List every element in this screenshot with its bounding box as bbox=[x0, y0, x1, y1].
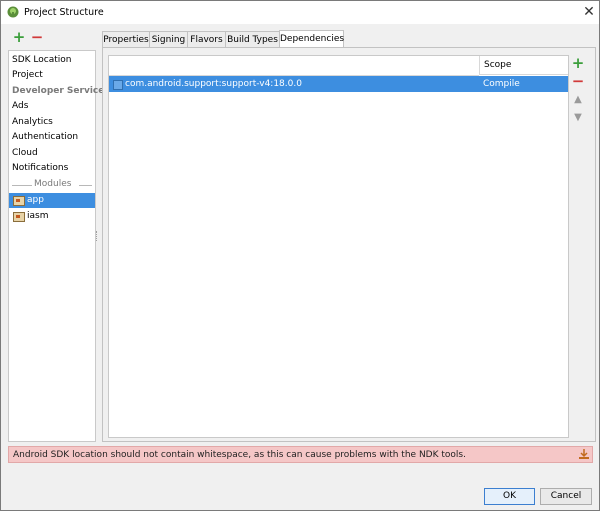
module-item-app[interactable]: app bbox=[9, 193, 95, 208]
close-icon[interactable]: ✕ bbox=[581, 4, 597, 20]
add-dependency-button[interactable]: + bbox=[571, 56, 585, 71]
splitter-handle[interactable] bbox=[96, 231, 99, 241]
sidebar-item-cloud[interactable]: Cloud bbox=[9, 146, 95, 161]
tab-label: Signing bbox=[151, 35, 186, 45]
sidebar-item-label: Ads bbox=[12, 101, 29, 111]
sidebar-header-developer-services: Developer Services bbox=[9, 84, 110, 99]
sidebar-item-label: Project bbox=[12, 70, 43, 80]
ok-button[interactable]: OK bbox=[484, 488, 535, 505]
sidebar-item-label: Notifications bbox=[12, 163, 69, 173]
arrow-down-icon[interactable]: ▼ bbox=[571, 111, 585, 125]
sidebar-item-project[interactable]: Project bbox=[9, 68, 95, 83]
title-bar: Project Structure ✕ bbox=[1, 1, 599, 24]
arrow-up-icon[interactable]: ▲ bbox=[571, 93, 585, 107]
dependencies-panel: Scope com.android.support:support-v4:18.… bbox=[102, 47, 596, 442]
sidebar-item-ads[interactable]: Ads bbox=[9, 99, 95, 114]
tab-signing[interactable]: Signing bbox=[149, 31, 188, 47]
warning-banner: Android SDK location should not contain … bbox=[8, 446, 593, 463]
tab-label: Dependencies bbox=[280, 34, 345, 44]
module-icon bbox=[13, 212, 25, 222]
tab-dependencies[interactable]: Dependencies bbox=[279, 30, 344, 48]
project-structure-dialog: Project Structure ✕ + − SDK Location Pro… bbox=[0, 0, 600, 511]
module-item-iasm[interactable]: iasm bbox=[9, 209, 95, 224]
tab-label: Flavors bbox=[190, 35, 223, 45]
module-label: iasm bbox=[27, 211, 49, 221]
dependency-scope[interactable]: Compile bbox=[483, 76, 520, 92]
remove-module-button[interactable]: − bbox=[30, 30, 44, 45]
sidebar-item-label: SDK Location bbox=[12, 55, 72, 65]
warning-text: Android SDK location should not contain … bbox=[13, 450, 466, 460]
modules-separator: Modules bbox=[9, 179, 95, 191]
tab-build-types[interactable]: Build Types bbox=[225, 31, 280, 47]
library-icon bbox=[113, 80, 123, 90]
tab-label: Properties bbox=[103, 35, 149, 45]
remove-dependency-button[interactable]: − bbox=[571, 74, 585, 89]
dependency-name: com.android.support:support-v4:18.0.0 bbox=[125, 79, 302, 89]
tab-flavors[interactable]: Flavors bbox=[187, 31, 226, 47]
module-icon bbox=[13, 196, 25, 206]
column-header-scope[interactable]: Scope bbox=[479, 56, 568, 75]
download-icon[interactable] bbox=[578, 448, 590, 460]
column-header-label: Scope bbox=[484, 60, 512, 70]
add-module-button[interactable]: + bbox=[12, 30, 26, 45]
module-label: app bbox=[27, 195, 44, 205]
window-title: Project Structure bbox=[24, 7, 104, 18]
column-header-dependency[interactable] bbox=[109, 56, 479, 76]
sidebar-item-notifications[interactable]: Notifications bbox=[9, 161, 95, 176]
table-row[interactable]: com.android.support:support-v4:18.0.0 Co… bbox=[109, 76, 568, 92]
sidebar-item-authentication[interactable]: Authentication bbox=[9, 130, 95, 145]
sidebar-item-label: Analytics bbox=[12, 117, 53, 127]
sidebar-item-label: Cloud bbox=[12, 148, 38, 158]
sidebar-item-analytics[interactable]: Analytics bbox=[9, 115, 95, 130]
sidebar-header-label: Developer Services bbox=[12, 86, 110, 96]
modules-label: Modules bbox=[34, 179, 72, 189]
android-icon bbox=[7, 6, 19, 18]
sidebar: SDK Location Project Developer Services … bbox=[8, 50, 110, 442]
cancel-button[interactable]: Cancel bbox=[540, 488, 592, 505]
tab-properties[interactable]: Properties bbox=[102, 31, 150, 47]
sidebar-item-label: Authentication bbox=[12, 132, 79, 142]
sidebar-item-sdk-location[interactable]: SDK Location bbox=[9, 53, 95, 68]
dependencies-table: Scope com.android.support:support-v4:18.… bbox=[108, 55, 569, 438]
tab-label: Build Types bbox=[227, 35, 278, 45]
